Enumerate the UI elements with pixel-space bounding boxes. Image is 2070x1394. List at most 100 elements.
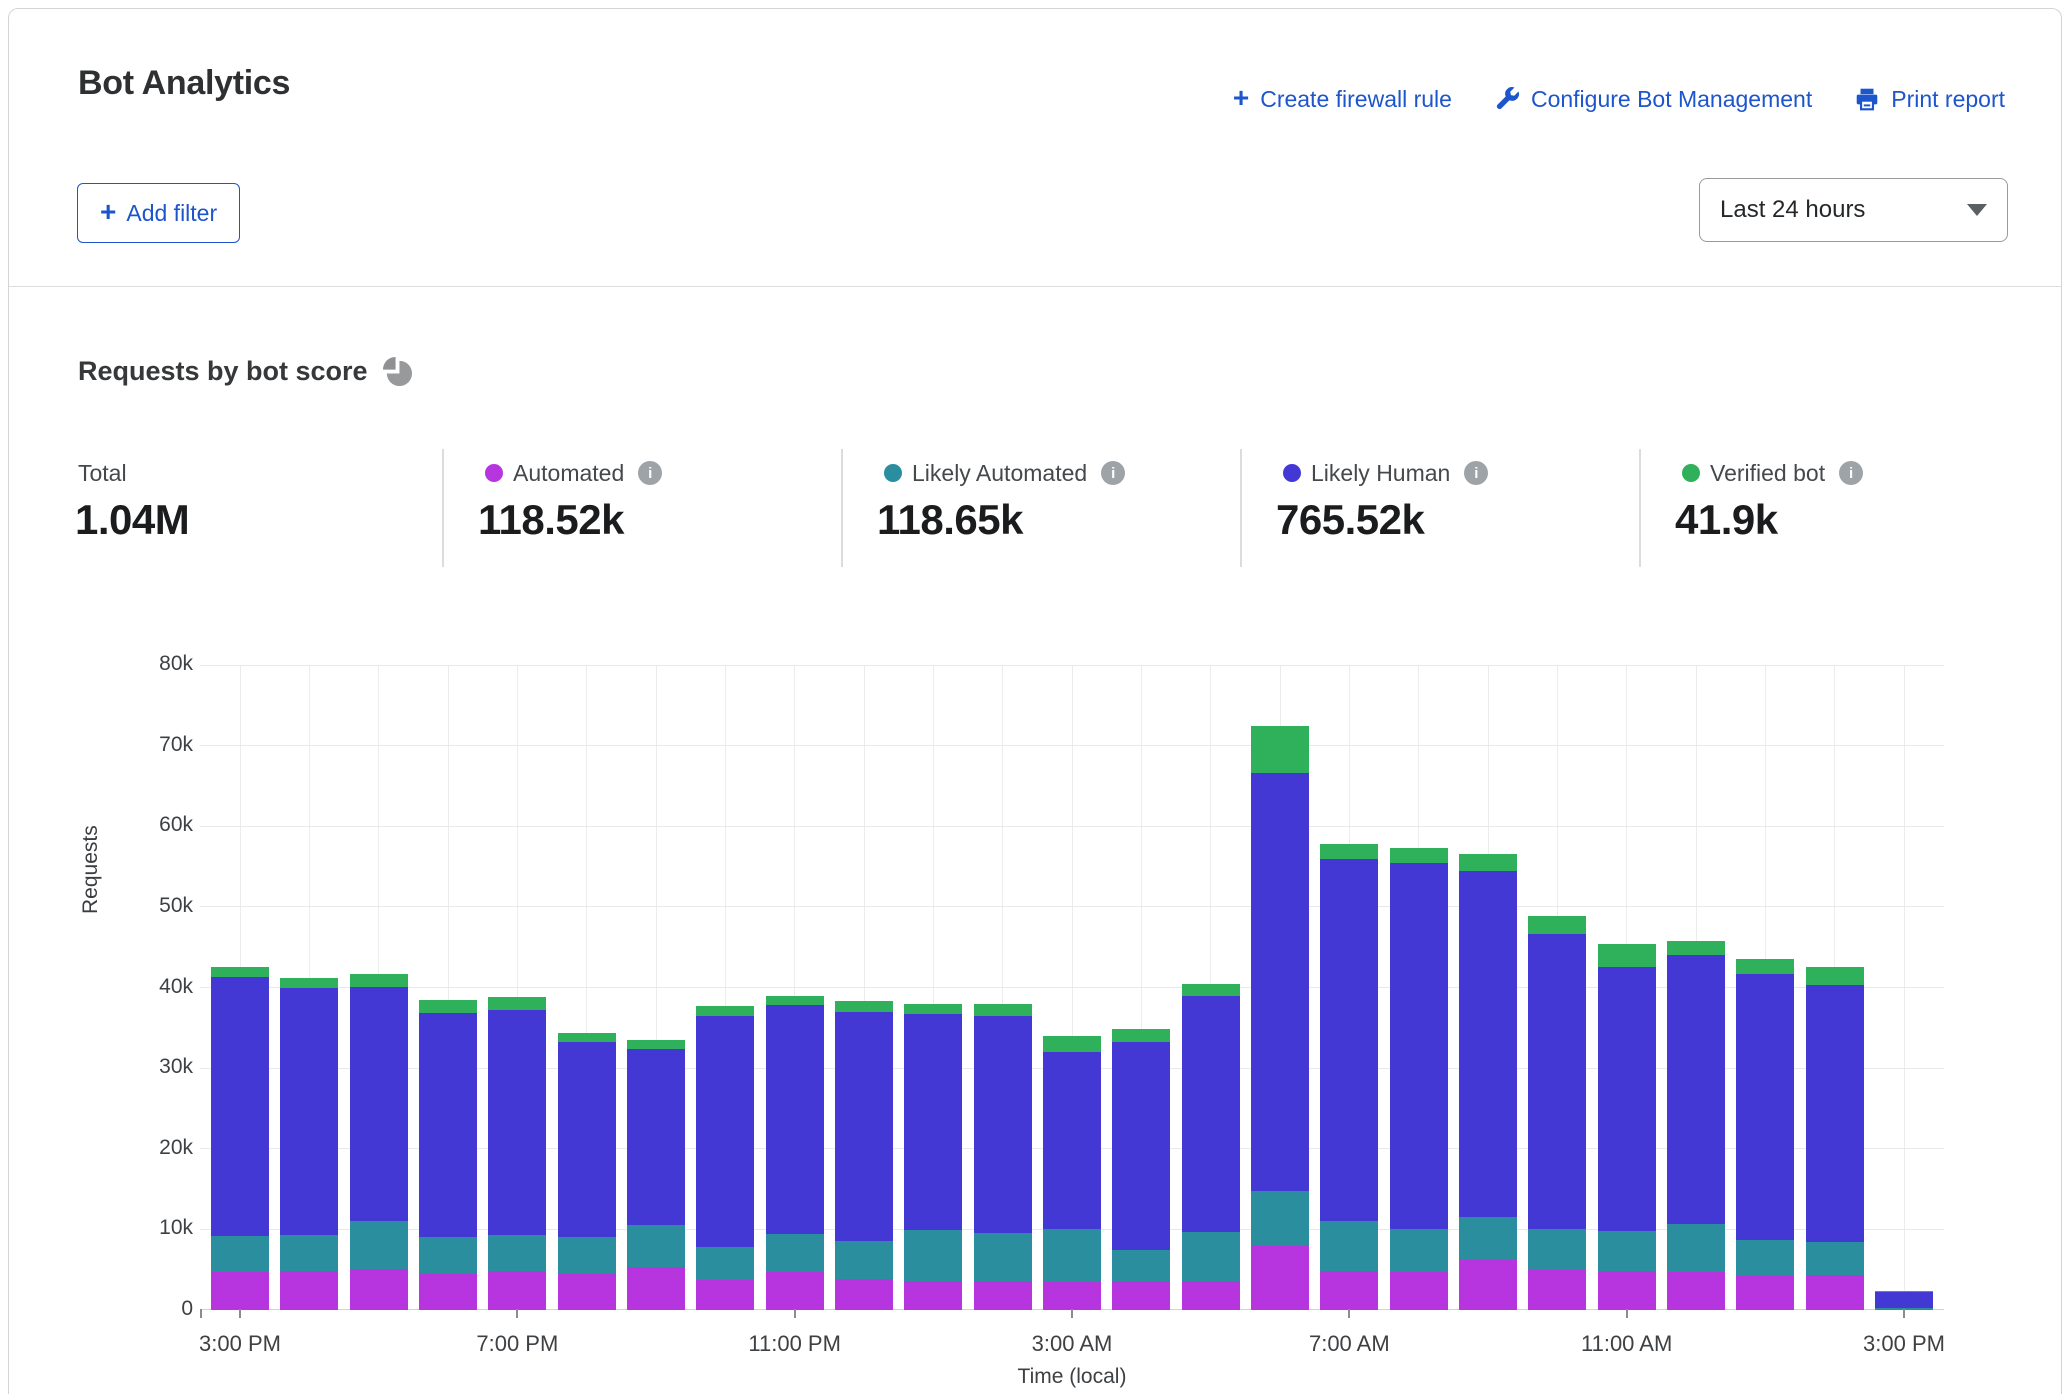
bar-segment[interactable]	[211, 977, 269, 1236]
bar-9:00 PM[interactable]	[627, 665, 685, 1310]
bar-segment[interactable]	[1806, 985, 1864, 1242]
bar-segment[interactable]	[1459, 1217, 1517, 1260]
bar-3:00 PM[interactable]	[1875, 665, 1933, 1310]
bar-segment[interactable]	[1598, 1271, 1656, 1311]
bar-11:00 AM[interactable]	[1598, 665, 1656, 1310]
bar-segment[interactable]	[974, 1004, 1032, 1015]
bar-segment[interactable]	[1320, 1271, 1378, 1311]
bar-segment[interactable]	[974, 1016, 1032, 1234]
bar-segment[interactable]	[558, 1042, 616, 1236]
bar-segment[interactable]	[1251, 773, 1309, 1191]
bar-segment[interactable]	[974, 1233, 1032, 1281]
bar-segment[interactable]	[766, 1005, 824, 1234]
bar-segment[interactable]	[1667, 955, 1725, 1223]
bar-segment[interactable]	[1806, 967, 1864, 985]
bar-segment[interactable]	[1459, 854, 1517, 871]
bar-segment[interactable]	[1528, 1270, 1586, 1310]
bar-segment[interactable]	[558, 1033, 616, 1042]
add-filter-button[interactable]: + Add filter	[77, 183, 240, 243]
bar-segment[interactable]	[1528, 934, 1586, 1228]
bar-6:00 AM[interactable]	[1251, 665, 1309, 1310]
bar-segment[interactable]	[696, 1006, 754, 1016]
bar-2:00 AM[interactable]	[974, 665, 1032, 1310]
bar-segment[interactable]	[1459, 1260, 1517, 1310]
bar-segment[interactable]	[1112, 1281, 1170, 1310]
bar-segment[interactable]	[350, 1269, 408, 1310]
bar-segment[interactable]	[558, 1237, 616, 1274]
bar-6:00 PM[interactable]	[419, 665, 477, 1310]
bar-segment[interactable]	[280, 978, 338, 988]
bar-segment[interactable]	[1390, 1229, 1448, 1272]
bar-segment[interactable]	[1459, 871, 1517, 1217]
bar-segment[interactable]	[835, 1001, 893, 1011]
bar-segment[interactable]	[696, 1016, 754, 1247]
bar-segment[interactable]	[1390, 863, 1448, 1229]
bar-4:00 AM[interactable]	[1112, 665, 1170, 1310]
bar-10:00 PM[interactable]	[696, 665, 754, 1310]
bar-segment[interactable]	[280, 988, 338, 1235]
bar-segment[interactable]	[1390, 848, 1448, 863]
bar-segment[interactable]	[488, 1271, 546, 1310]
bar-segment[interactable]	[1043, 1036, 1101, 1052]
bar-segment[interactable]	[211, 967, 269, 977]
bar-segment[interactable]	[766, 1234, 824, 1272]
bar-segment[interactable]	[1320, 1221, 1378, 1270]
bar-4:00 PM[interactable]	[280, 665, 338, 1310]
bar-segment[interactable]	[835, 1279, 893, 1310]
bar-1:00 PM[interactable]	[1736, 665, 1794, 1310]
bar-12:00 PM[interactable]	[1667, 665, 1725, 1310]
bar-segment[interactable]	[1182, 996, 1240, 1231]
bar-segment[interactable]	[419, 1013, 477, 1238]
bar-5:00 AM[interactable]	[1182, 665, 1240, 1310]
bar-segment[interactable]	[488, 1235, 546, 1271]
bar-segment[interactable]	[419, 1237, 477, 1273]
bar-segment[interactable]	[488, 997, 546, 1010]
bar-segment[interactable]	[1112, 1029, 1170, 1041]
bar-segment[interactable]	[1667, 1272, 1725, 1310]
bar-segment[interactable]	[627, 1267, 685, 1310]
bar-segment[interactable]	[488, 1010, 546, 1235]
bar-12:00 AM[interactable]	[835, 665, 893, 1310]
bar-segment[interactable]	[1806, 1275, 1864, 1310]
bar-segment[interactable]	[1736, 974, 1794, 1240]
bar-segment[interactable]	[211, 1236, 269, 1272]
bar-segment[interactable]	[1251, 1191, 1309, 1246]
bar-segment[interactable]	[904, 1004, 962, 1014]
bar-segment[interactable]	[835, 1012, 893, 1242]
bar-segment[interactable]	[766, 996, 824, 1006]
bar-segment[interactable]	[350, 1221, 408, 1269]
bar-9:00 AM[interactable]	[1459, 665, 1517, 1310]
bar-segment[interactable]	[904, 1281, 962, 1310]
bar-segment[interactable]	[696, 1280, 754, 1310]
bar-segment[interactable]	[1875, 1291, 1933, 1292]
bar-segment[interactable]	[627, 1049, 685, 1225]
bar-segment[interactable]	[1043, 1229, 1101, 1281]
bar-segment[interactable]	[1043, 1282, 1101, 1310]
bar-segment[interactable]	[1528, 1229, 1586, 1270]
bar-10:00 AM[interactable]	[1528, 665, 1586, 1310]
configure-bot-management-link[interactable]: Configure Bot Management	[1494, 86, 1812, 113]
bar-segment[interactable]	[1320, 859, 1378, 1221]
bar-segment[interactable]	[766, 1272, 824, 1310]
bar-segment[interactable]	[1251, 1246, 1309, 1311]
info-icon[interactable]: i	[1839, 461, 1863, 485]
bar-segment[interactable]	[280, 1271, 338, 1310]
bar-segment[interactable]	[1736, 959, 1794, 974]
bar-11:00 PM[interactable]	[766, 665, 824, 1310]
bar-segment[interactable]	[835, 1241, 893, 1279]
bar-segment[interactable]	[974, 1281, 1032, 1310]
bar-3:00 AM[interactable]	[1043, 665, 1101, 1310]
bar-3:00 PM[interactable]	[211, 665, 269, 1310]
create-firewall-rule-link[interactable]: + Create firewall rule	[1233, 85, 1452, 113]
bar-segment[interactable]	[1320, 844, 1378, 859]
bar-segment[interactable]	[419, 1000, 477, 1012]
bar-8:00 AM[interactable]	[1390, 665, 1448, 1310]
bar-segment[interactable]	[350, 974, 408, 987]
bar-7:00 PM[interactable]	[488, 665, 546, 1310]
bar-segment[interactable]	[1182, 1281, 1240, 1310]
bar-segment[interactable]	[1182, 984, 1240, 996]
bar-segment[interactable]	[280, 1235, 338, 1271]
bar-segment[interactable]	[904, 1230, 962, 1281]
bar-segment[interactable]	[558, 1274, 616, 1310]
bar-segment[interactable]	[1528, 916, 1586, 935]
